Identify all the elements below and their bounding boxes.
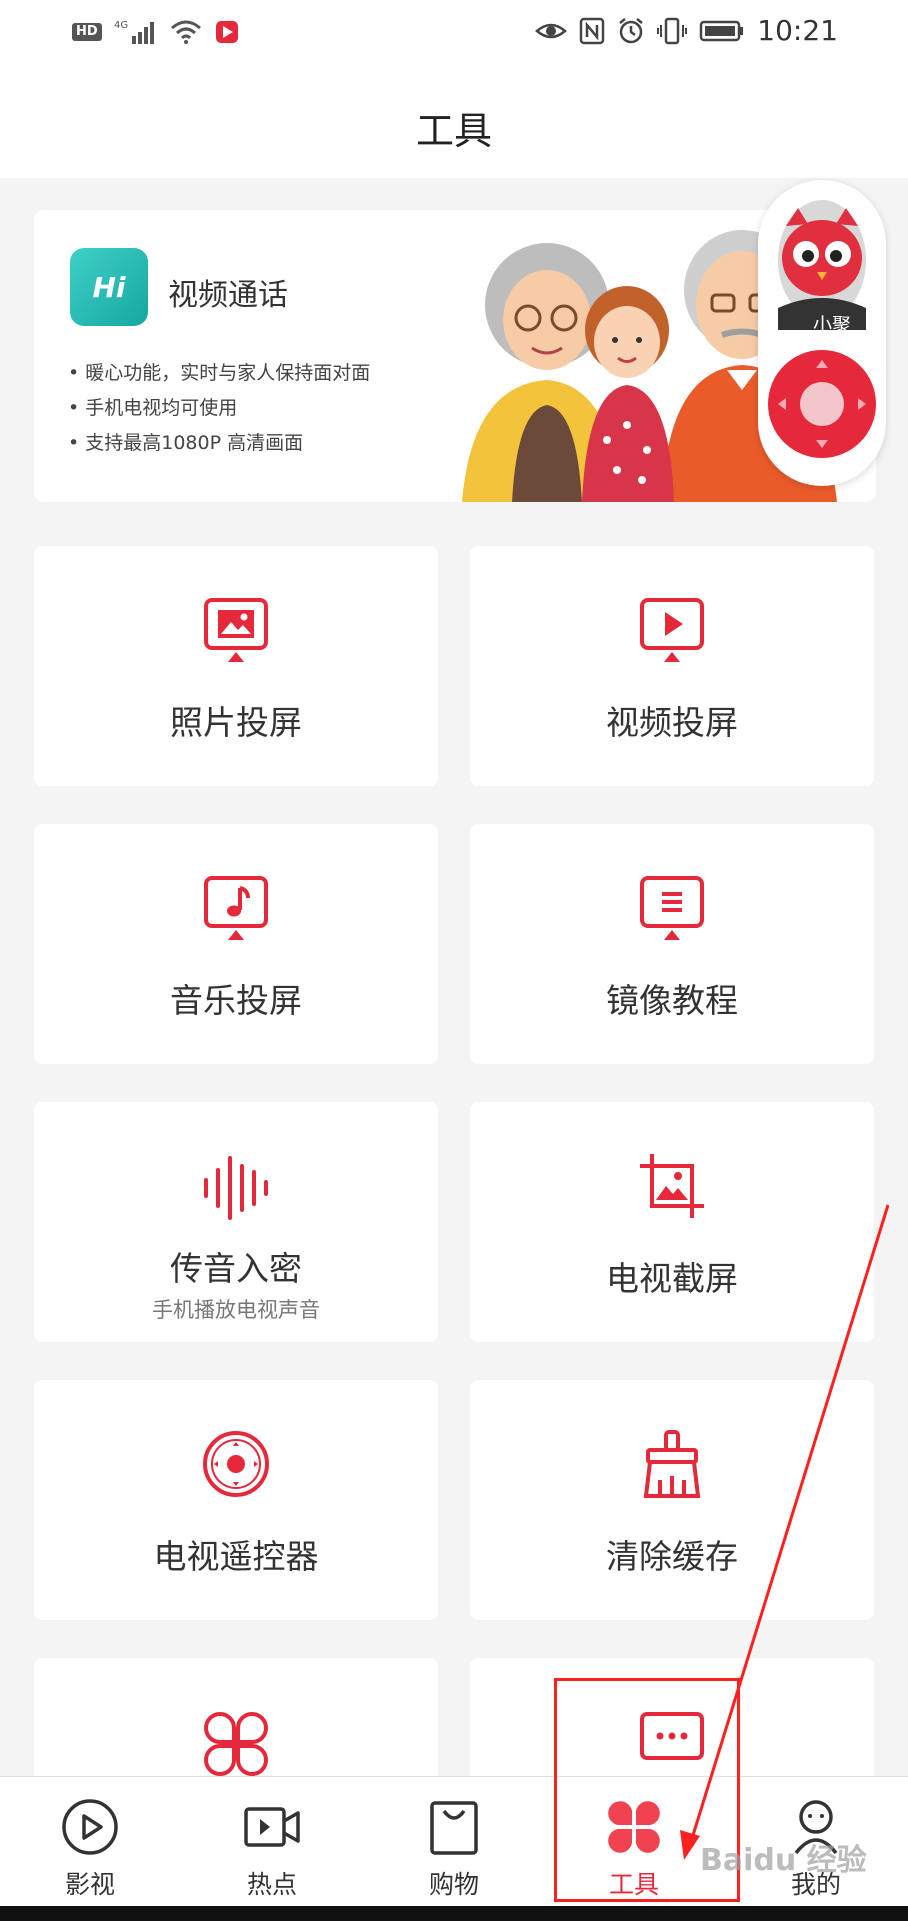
tab-movies[interactable]: 影视 xyxy=(20,1777,160,1907)
tool-label: 电视截屏 xyxy=(606,1259,738,1298)
tool-card-photo-cast[interactable]: 照片投屏 xyxy=(34,546,438,786)
mirror-tutorial-icon xyxy=(640,876,704,940)
banner-title: 视频通话 xyxy=(168,278,288,313)
clear-cache-icon xyxy=(643,1430,701,1498)
tool-card-clear-cache[interactable]: 清除缓存 xyxy=(470,1380,874,1620)
tool-card-sound-transfer[interactable]: 传音入密 手机播放电视声音 xyxy=(34,1102,438,1342)
nfc-icon xyxy=(580,17,605,44)
remote-control-button[interactable] xyxy=(768,350,876,458)
tv-remote-icon xyxy=(203,1431,269,1497)
mascot-button[interactable]: 小聚 xyxy=(768,190,876,336)
music-cast-icon xyxy=(204,876,268,940)
vibrate-icon xyxy=(657,17,688,44)
status-right: 10:21 xyxy=(535,14,838,47)
tool-card-mirror-tutorial[interactable]: 镜像教程 xyxy=(470,824,874,1064)
mascot-icon xyxy=(778,200,866,330)
shopping-bag-icon xyxy=(430,1801,478,1855)
tool-label: 清除缓存 xyxy=(606,1537,738,1576)
tool-label: 照片投屏 xyxy=(170,703,302,742)
video-call-logo-icon: Hi xyxy=(70,248,148,326)
banner-bullet: • 支持最高1080P 高清画面 xyxy=(68,432,304,454)
tool-label: 传音入密 xyxy=(170,1249,302,1288)
play-circle-icon xyxy=(62,1799,118,1855)
navigation-strip xyxy=(0,1906,908,1921)
svg-text:4G: 4G xyxy=(114,20,128,31)
logo-text: Hi xyxy=(92,270,126,304)
dpad-icon xyxy=(778,360,866,448)
mascot-label: 小聚 xyxy=(812,314,851,336)
tool-card-more[interactable] xyxy=(34,1658,438,1788)
signal-4g-icon: 4G xyxy=(114,20,154,44)
hd-icon: HD xyxy=(72,23,102,41)
status-time: 10:21 xyxy=(757,14,838,47)
video-camera-icon xyxy=(244,1807,300,1847)
status-left: HD 4G xyxy=(72,18,240,46)
video-call-banner[interactable]: Hi 视频通话 • 暖心功能，实时与家人保持面对面 • 手机电视均可使用 • 支… xyxy=(34,210,876,502)
app-notify-icon xyxy=(215,21,238,43)
battery-icon xyxy=(700,20,744,41)
tool-sublabel: 手机播放电视声音 xyxy=(152,1298,320,1322)
tab-label: 购物 xyxy=(428,1870,479,1899)
tab-shopping[interactable]: 购物 xyxy=(384,1777,524,1907)
banner-bullet: • 手机电视均可使用 xyxy=(68,397,238,419)
tab-label: 影视 xyxy=(64,1870,115,1899)
tool-label: 电视遥控器 xyxy=(153,1537,319,1576)
wifi-icon xyxy=(170,20,201,44)
tv-screenshot-icon xyxy=(640,1154,704,1218)
tool-card-video-cast[interactable]: 视频投屏 xyxy=(470,546,874,786)
page-header: 工具 xyxy=(0,70,908,178)
tool-card-tv-remote[interactable]: 电视遥控器 xyxy=(34,1380,438,1620)
tab-hot[interactable]: 热点 xyxy=(202,1777,342,1907)
watermark: Baidu 经验 xyxy=(700,1843,867,1878)
page-title: 工具 xyxy=(415,109,492,153)
tool-label: 镜像教程 xyxy=(606,981,738,1020)
status-bar: HD 4G 10:21 xyxy=(0,0,908,70)
floating-assistant-panel: 小聚 xyxy=(758,180,886,486)
tool-card-music-cast[interactable]: 音乐投屏 xyxy=(34,824,438,1064)
tool-card-tv-screenshot[interactable]: 电视截屏 xyxy=(470,1102,874,1342)
alarm-icon xyxy=(619,17,644,43)
video-cast-icon xyxy=(640,598,704,662)
sound-wave-icon xyxy=(204,1156,268,1220)
banner-bullet: • 暖心功能，实时与家人保持面对面 xyxy=(68,362,371,384)
clover-apps-icon xyxy=(204,1712,268,1776)
tab-label: 热点 xyxy=(246,1870,297,1899)
tool-label: 视频投屏 xyxy=(606,703,738,742)
eye-comfort-icon xyxy=(535,23,568,38)
banner-bullets: • 暖心功能，实时与家人保持面对面 • 手机电视均可使用 • 支持最高1080P… xyxy=(68,362,370,467)
tool-label: 音乐投屏 xyxy=(170,981,302,1020)
photo-cast-icon xyxy=(204,598,268,662)
